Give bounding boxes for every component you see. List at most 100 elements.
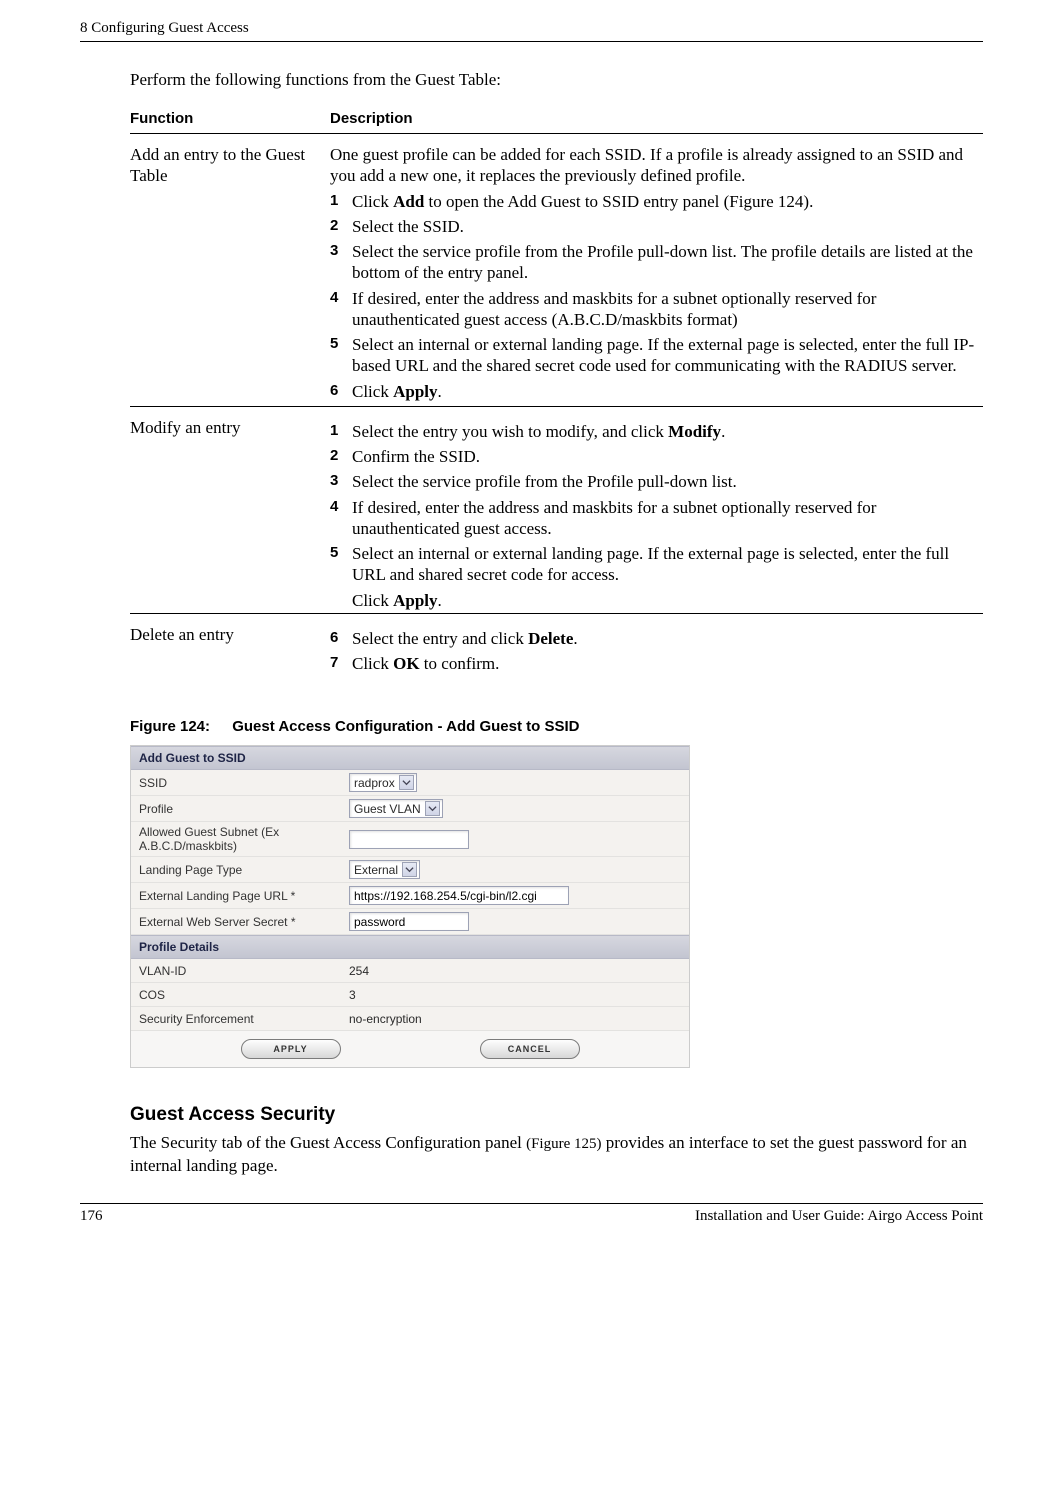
table-row: Delete an entry 6 Select the entry and c… xyxy=(130,613,983,678)
step-number: 5 xyxy=(330,334,352,354)
step-text: Confirm the SSID. xyxy=(352,446,977,467)
step-number: 1 xyxy=(330,421,352,441)
ssid-select[interactable]: radprox xyxy=(349,773,417,792)
figure-caption: Figure 124: Guest Access Configuration -… xyxy=(130,718,983,735)
field-label: Profile xyxy=(139,802,349,816)
field-label: External Landing Page URL * xyxy=(139,889,349,903)
panel-heading: Profile Details xyxy=(131,935,689,959)
step-number: 3 xyxy=(330,471,352,491)
step-text: Select an internal or external landing p… xyxy=(352,543,977,586)
page-header: 8 Configuring Guest Access xyxy=(80,20,983,42)
step-text: Select the SSID. xyxy=(352,216,977,237)
desc-cell: One guest profile can be added for each … xyxy=(330,134,983,407)
form-row-secret: External Web Server Secret * xyxy=(131,909,689,935)
list-item: 2 Confirm the SSID. xyxy=(330,446,977,467)
detail-row-vlan: VLAN-ID 254 xyxy=(131,959,689,983)
step-number: 2 xyxy=(330,446,352,466)
func-cell: Modify an entry xyxy=(130,406,330,613)
panel-heading: Add Guest to SSID xyxy=(131,746,689,770)
table-row: Add an entry to the Guest Table One gues… xyxy=(130,134,983,407)
field-label: SSID xyxy=(139,776,349,790)
field-value: 254 xyxy=(349,964,681,978)
step-number: 6 xyxy=(330,628,352,648)
list-item: 7 Click OK to confirm. xyxy=(330,653,977,674)
step-number: 3 xyxy=(330,241,352,261)
section-paragraph: The Security tab of the Guest Access Con… xyxy=(130,1132,983,1177)
figure-title: Guest Access Configuration - Add Guest t… xyxy=(232,718,579,735)
desc-pre: One guest profile can be added for each … xyxy=(330,144,977,187)
landing-url-input[interactable] xyxy=(349,886,569,905)
desc-cell: 6 Select the entry and click Delete. 7 C… xyxy=(330,613,983,678)
th-function: Function xyxy=(130,104,330,134)
profile-select[interactable]: Guest VLAN xyxy=(349,799,443,818)
list-item: 3 Select the service profile from the Pr… xyxy=(330,471,977,492)
desc-cell: 1 Select the entry you wish to modify, a… xyxy=(330,406,983,613)
screenshot-add-guest: Add Guest to SSID SSID radprox Profile G… xyxy=(130,745,690,1068)
step-text: Click OK to confirm. xyxy=(352,653,977,674)
field-label: COS xyxy=(139,988,349,1002)
step-text: Select the service profile from the Prof… xyxy=(352,241,977,284)
section-heading: Guest Access Security xyxy=(130,1104,983,1126)
field-label: Landing Page Type xyxy=(139,863,349,877)
step-text: Click Apply. xyxy=(352,590,977,611)
func-cell: Add an entry to the Guest Table xyxy=(130,134,330,407)
subnet-input[interactable] xyxy=(349,830,469,849)
page-footer: 176 Installation and User Guide: Airgo A… xyxy=(80,1203,983,1225)
list-item: 1 Click Add to open the Add Guest to SSI… xyxy=(330,191,977,212)
step-text: If desired, enter the address and maskbi… xyxy=(352,288,977,331)
list-item: 2 Select the SSID. xyxy=(330,216,977,237)
step-number: 4 xyxy=(330,497,352,517)
list-item: 4 If desired, enter the address and mask… xyxy=(330,288,977,331)
chevron-down-icon xyxy=(399,775,414,790)
step-text: Select an internal or external landing p… xyxy=(352,334,977,377)
list-item: 6 Select the entry and click Delete. xyxy=(330,628,977,649)
step-text: Select the entry and click Delete. xyxy=(352,628,977,649)
step-text: Click Add to open the Add Guest to SSID … xyxy=(352,191,977,212)
list-item: 6 Click Apply. xyxy=(330,381,977,402)
page-number: 176 xyxy=(80,1208,103,1225)
form-row-ssid: SSID radprox xyxy=(131,770,689,796)
detail-row-security: Security Enforcement no-encryption xyxy=(131,1007,689,1031)
secret-input[interactable] xyxy=(349,912,469,931)
form-row-landing-type: Landing Page Type External xyxy=(131,857,689,883)
button-bar: APPLY CANCEL xyxy=(131,1031,689,1067)
step-text: If desired, enter the address and maskbi… xyxy=(352,497,977,540)
step-number: 1 xyxy=(330,191,352,211)
header-chapter: 8 Configuring Guest Access xyxy=(80,20,249,37)
step-number: 7 xyxy=(330,653,352,673)
apply-button[interactable]: APPLY xyxy=(241,1039,341,1059)
field-value: no-encryption xyxy=(349,1012,681,1026)
chevron-down-icon xyxy=(425,801,440,816)
table-row: Modify an entry 1 Select the entry you w… xyxy=(130,406,983,613)
intro-text: Perform the following functions from the… xyxy=(130,70,983,90)
select-value: External xyxy=(354,863,398,877)
field-value: 3 xyxy=(349,988,681,1002)
step-text: Select the entry you wish to modify, and… xyxy=(352,421,977,442)
step-number: 6 xyxy=(330,381,352,401)
figure-number: Figure 124: xyxy=(130,718,210,735)
list-item: 5 Select an internal or external landing… xyxy=(330,543,977,586)
footer-title: Installation and User Guide: Airgo Acces… xyxy=(695,1208,983,1225)
chevron-down-icon xyxy=(402,862,417,877)
form-row-landing-url: External Landing Page URL * xyxy=(131,883,689,909)
step-text: Select the service profile from the Prof… xyxy=(352,471,977,492)
function-table: Function Description Add an entry to the… xyxy=(130,104,983,678)
field-label: Allowed Guest Subnet (Ex A.B.C.D/maskbit… xyxy=(139,825,349,853)
field-label: External Web Server Secret * xyxy=(139,915,349,929)
cancel-button[interactable]: CANCEL xyxy=(480,1039,580,1059)
step-number: 4 xyxy=(330,288,352,308)
select-value: radprox xyxy=(354,776,395,790)
step-number: 2 xyxy=(330,216,352,236)
step-number: 5 xyxy=(330,543,352,563)
list-item: 5 Select an internal or external landing… xyxy=(330,334,977,377)
step-text: Click Apply. xyxy=(352,381,977,402)
func-cell: Delete an entry xyxy=(130,613,330,678)
detail-row-cos: COS 3 xyxy=(131,983,689,1007)
list-item: 1 Select the entry you wish to modify, a… xyxy=(330,421,977,442)
form-row-profile: Profile Guest VLAN xyxy=(131,796,689,822)
select-value: Guest VLAN xyxy=(354,802,421,816)
field-label: VLAN-ID xyxy=(139,964,349,978)
list-item: 4 If desired, enter the address and mask… xyxy=(330,497,977,540)
landing-type-select[interactable]: External xyxy=(349,860,420,879)
th-description: Description xyxy=(330,104,983,134)
